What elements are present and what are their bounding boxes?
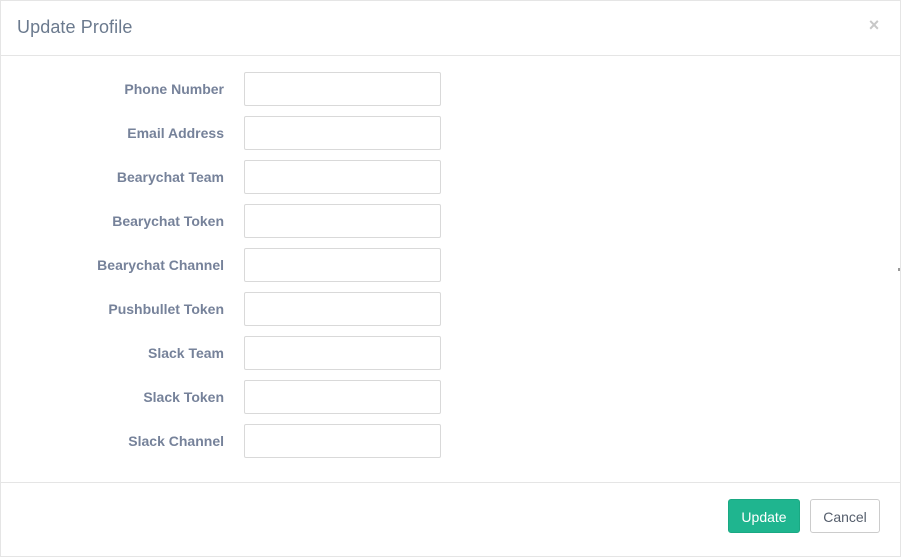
bearychat-team-label: Bearychat Team — [116, 169, 224, 185]
close-icon[interactable]: × — [866, 15, 882, 35]
email-address-label: Email Address — [127, 125, 224, 141]
bearychat-channel-label: Bearychat Channel — [97, 257, 224, 273]
form-row-slack-team: Slack Team — [1, 336, 900, 370]
modal-title: Update Profile — [17, 17, 133, 37]
bearychat-token-input[interactable] — [244, 204, 441, 238]
phone-number-label: Phone Number — [124, 81, 224, 97]
email-address-input[interactable] — [244, 116, 441, 150]
scrollbar-edge-mark — [898, 268, 900, 271]
phone-number-input[interactable] — [244, 72, 441, 106]
update-button[interactable]: Update — [728, 499, 800, 533]
slack-team-input[interactable] — [244, 336, 441, 370]
form-row-bearychat-team: Bearychat Team — [1, 160, 900, 194]
pushbullet-token-input[interactable] — [244, 292, 441, 326]
slack-channel-input[interactable] — [244, 424, 441, 458]
slack-team-label: Slack Team — [147, 345, 224, 361]
bearychat-channel-input[interactable] — [244, 248, 441, 282]
form-row-pushbullet-token: Pushbullet Token — [1, 292, 900, 326]
slack-token-label: Slack Token — [143, 389, 224, 405]
slack-token-input[interactable] — [244, 380, 441, 414]
update-profile-modal: Update Profile × Phone Number Email Addr… — [0, 0, 901, 557]
pushbullet-token-label: Pushbullet Token — [108, 301, 224, 317]
modal-footer: Update Cancel — [1, 482, 900, 557]
form-row-slack-channel: Slack Channel — [1, 424, 900, 458]
bearychat-token-label: Bearychat Token — [112, 213, 224, 229]
modal-header: Update Profile × — [1, 1, 900, 56]
cancel-button[interactable]: Cancel — [810, 499, 880, 533]
form-row-bearychat-channel: Bearychat Channel — [1, 248, 900, 282]
bearychat-team-input[interactable] — [244, 160, 441, 194]
form-row-phone-number: Phone Number — [1, 72, 900, 106]
slack-channel-label: Slack Channel — [128, 433, 224, 449]
modal-body: Phone Number Email Address Bearychat Tea… — [1, 56, 900, 482]
form-row-slack-token: Slack Token — [1, 380, 900, 414]
form-row-email-address: Email Address — [1, 116, 900, 150]
form-row-bearychat-token: Bearychat Token — [1, 204, 900, 238]
